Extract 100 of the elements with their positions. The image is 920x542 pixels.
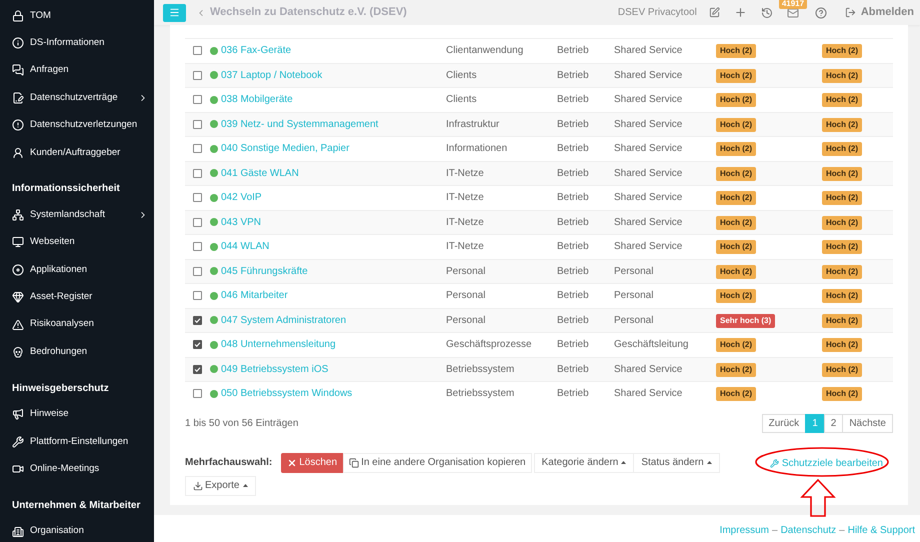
row-checkbox[interactable] [193,120,202,129]
table-cell-text: Betrieb [557,264,590,279]
row-checkbox[interactable] [193,95,202,104]
row-checkbox[interactable] [193,193,202,202]
sidebar-item[interactable]: Online-Meetings [0,455,154,483]
export-button[interactable]: Exporte [185,476,256,496]
caret-icon [706,461,712,464]
protection-badge: Hoch (2) [822,93,862,108]
table-cell-text: Betrieb [557,387,590,402]
protection-badge: Hoch (2) [822,142,862,156]
pagination-button[interactable]: 2 [824,414,844,432]
edit-icon[interactable] [708,7,720,18]
table-cell-text: Shared Service [614,216,684,230]
copy-icon [349,458,360,468]
table-cell-text: IT-Netze [446,191,485,206]
row-checkbox[interactable] [193,144,202,154]
row-checkbox[interactable] [193,364,202,374]
table-cell-text: Betrieb [557,362,590,377]
download-icon [193,480,203,490]
sidebar-item[interactable]: Risikoanalysen [0,310,154,338]
row-checkbox[interactable] [193,46,202,56]
row-checkbox[interactable] [193,316,202,325]
sidebar-item[interactable]: DS-Informationen [0,29,154,57]
protection-badge: Sehr hoch (3) [716,314,776,328]
protection-badge: Hoch (2) [716,387,756,402]
row-checkbox[interactable] [193,70,202,80]
history-icon[interactable] [760,6,773,18]
sidebar-item[interactable]: Datenschutzverträge [0,84,154,112]
menu-icon [169,7,180,18]
document-pen-icon [12,92,24,104]
row-checkbox[interactable] [193,218,202,227]
help-icon[interactable] [814,6,827,18]
sidebar-item[interactable]: Applikationen [0,256,154,284]
copy-button[interactable]: In eine andere Organisation kopieren [343,452,532,472]
notification-badge: 41917 [778,0,808,8]
dropdown-button[interactable]: Status ändern [633,452,720,472]
table-cell-text: Shared Service [614,191,684,206]
row-checkbox[interactable] [193,389,202,398]
menu-button[interactable] [163,4,186,22]
logout-link[interactable]: Abmelden [860,4,914,21]
table-cell-text: Betrieb [557,240,590,254]
table-cell-text: Geschäftsleitung [614,338,690,352]
table-cell-text: Shared Service [614,240,684,254]
alert-circle-icon [12,119,24,132]
protection-badge: Hoch (2) [716,118,756,132]
protection-badge: Hoch (2) [716,191,756,206]
protection-badge: Hoch (2) [716,142,756,156]
pagination-button[interactable]: Zurück [762,414,806,432]
protection-badge: Hoch (2) [822,362,862,377]
network-icon [12,209,24,222]
table-cell-text: Shared Service [614,68,684,83]
table-cell-text: Betrieb [557,166,590,181]
sidebar-item[interactable]: Webseiten [0,228,154,256]
sidebar-item[interactable]: TOM [0,2,154,30]
sidebar-heading: Unternehmen & Mitarbeiter [11,498,142,513]
table-cell-text: Personal [446,289,486,304]
table-cell-text: Betrieb [557,68,590,83]
sidebar-item[interactable]: Asset-Register [0,284,154,311]
caret-icon [243,484,248,487]
table-cell-text: Shared Service [614,118,684,132]
table-cell-text: Clientanwendung [446,44,524,58]
sidebar-item[interactable]: Anfragen [0,56,154,84]
separator-dash: – [839,524,845,538]
sidebar-item[interactable]: Kunden/Auftraggeber [0,138,154,166]
protection-badge: Hoch (2) [716,68,756,83]
pagination-button[interactable]: Nächste [842,414,893,432]
table-cell-text: Personal [614,314,654,328]
protection-badge: Hoch (2) [716,93,756,108]
disc-icon [12,264,24,276]
row-checkbox[interactable] [193,340,202,350]
separator-dash: – [772,524,778,538]
wrench-icon [770,458,779,468]
table-cell-text: Betrieb [557,142,590,156]
table-cell-text: Personal [614,289,654,304]
table-cell-text: Betriebssystem [446,362,516,377]
protection-badge: Hoch (2) [822,264,862,279]
add-icon[interactable] [734,6,747,19]
protection-badge: Hoch (2) [716,264,756,279]
sidebar-item[interactable]: Organisation [0,518,154,542]
row-checkbox[interactable] [193,242,202,252]
row-checkbox[interactable] [193,168,202,178]
table-cell-text: Betrieb [557,289,590,304]
delete-button[interactable]: Löschen [281,452,344,472]
table-cell-text: Shared Service [614,387,684,402]
row-checkbox[interactable] [193,266,202,276]
sidebar-item[interactable]: Bedrohungen [0,338,154,366]
dropdown-button[interactable]: Kategorie ändern [534,452,634,472]
table-cell-text: Shared Service [614,142,684,156]
table-cell-text: Betrieb [557,216,590,230]
user-icon [12,146,24,159]
row-checkbox[interactable] [193,291,202,300]
table-cell-text: Clients [446,93,478,108]
table-cell-text: Betrieb [557,118,590,132]
sidebar-item[interactable]: Hinweise [0,400,154,428]
sidebar-item[interactable]: Systemlandschaft [0,201,154,229]
sidebar-item[interactable]: Datenschutzverletzungen [0,112,154,139]
mail-icon[interactable] [786,6,799,18]
sidebar-item[interactable]: Plattform-Einstellungen [0,428,154,456]
protection-badge: Hoch (2) [716,338,756,352]
table-cell-text: Shared Service [614,44,684,58]
